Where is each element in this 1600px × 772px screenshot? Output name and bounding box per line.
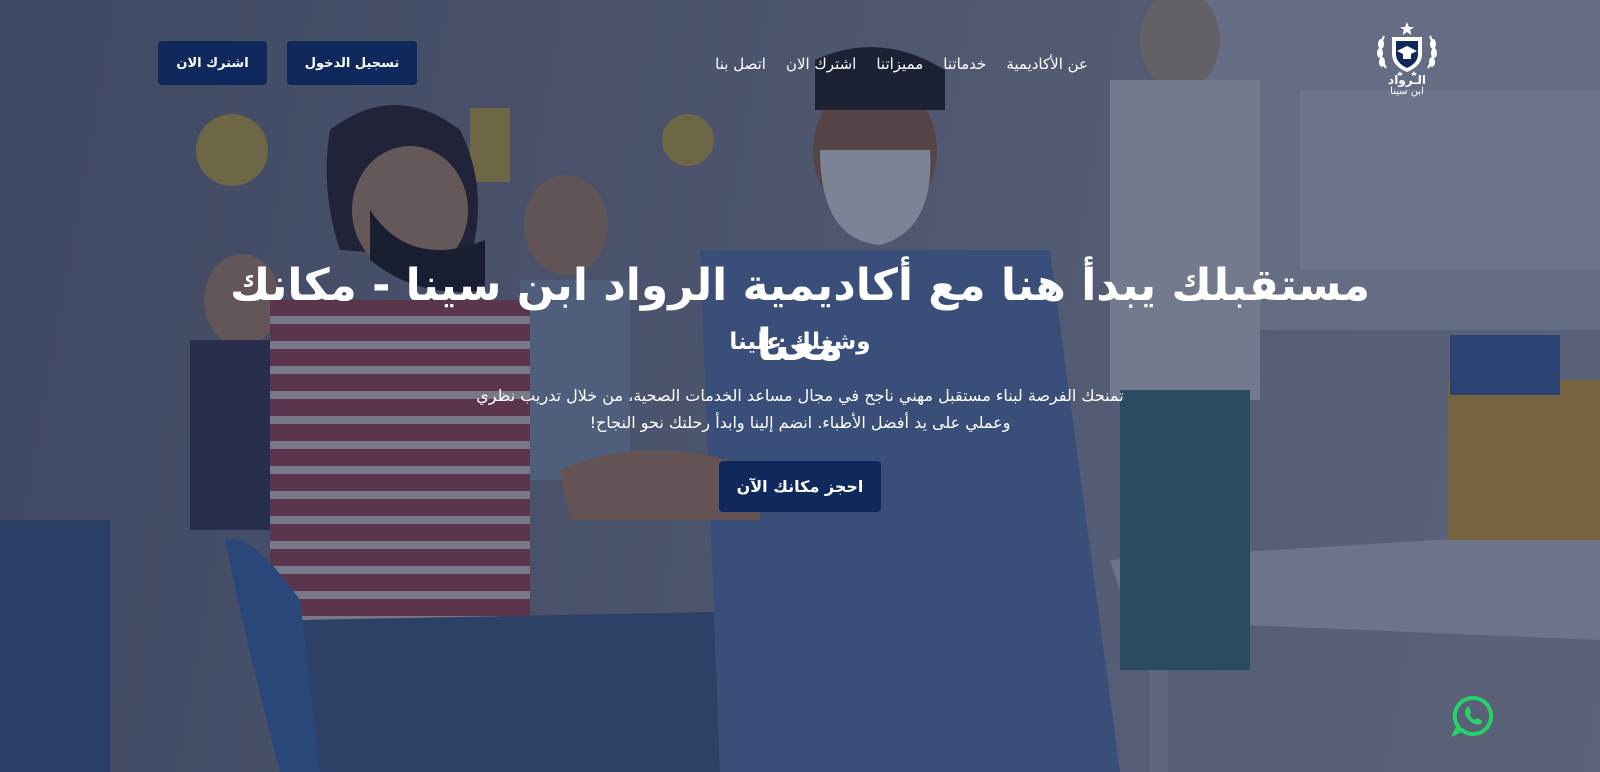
main-navigation: عن الأكاديمية خدماتنا مميزاتنا اشترك الا… <box>715 50 1088 78</box>
login-button[interactable]: تسجيل الدخول <box>287 41 417 85</box>
logo-subtitle-text: ابن سينا <box>1390 86 1424 97</box>
nav-item-subscribe[interactable]: اشترك الان <box>786 55 856 73</box>
nav-item-about[interactable]: عن الأكاديمية <box>1006 55 1088 73</box>
subscribe-button[interactable]: اشترك الان <box>158 41 267 85</box>
nav-item-contact[interactable]: اتصل بنا <box>715 55 766 73</box>
nav-item-services[interactable]: خدماتنا <box>943 55 986 73</box>
hero-title-continuation: وشغلك علينا <box>729 329 871 355</box>
hero-description: تمنحك الفرصة لبناء مستقبل مهني ناجح في م… <box>476 386 1124 432</box>
whatsapp-icon <box>1450 695 1494 738</box>
nav-item-features[interactable]: مميزاتنا <box>876 55 923 73</box>
shield-laurel-logo-icon <box>1377 22 1437 76</box>
hero-title: مستقبلك يبدأ هنا مع أكاديمية الرواد ابن … <box>229 260 1371 371</box>
academy-logo[interactable]: الـرواد ابن سينا <box>1372 20 1442 104</box>
whatsapp-button[interactable] <box>1450 695 1494 738</box>
header-actions: اشترك الان تسجيل الدخول <box>158 41 417 85</box>
book-now-button[interactable]: احجز مكانك الآن <box>719 461 881 512</box>
site-header: الـرواد ابن سينا عن الأكاديمية خدماتنا م… <box>0 0 1600 130</box>
logo-title-text: الـرواد <box>1388 73 1426 87</box>
